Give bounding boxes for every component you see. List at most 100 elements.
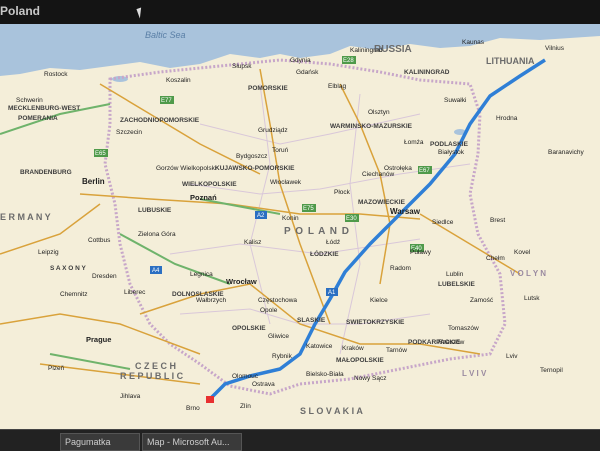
region-malopolskie: MAŁOPOLSKIE — [336, 357, 384, 364]
city-konin[interactable]: Konin — [282, 215, 299, 222]
city-olomouc[interactable]: Olomouc — [232, 373, 259, 380]
city-wloclawek[interactable]: Włocławek — [270, 179, 302, 186]
city-bydgoszcz[interactable]: Bydgoszcz — [236, 153, 267, 160]
region-brandenburg: BRANDENBURG — [20, 169, 72, 176]
city-slupsk[interactable]: Słupsk — [232, 63, 252, 70]
shield-e65: E65 — [95, 151, 106, 157]
city-radom[interactable]: Radom — [390, 265, 411, 272]
city-gorzow[interactable]: Gorzów Wielkopolski — [156, 165, 216, 172]
city-warsaw[interactable]: Warsaw — [390, 207, 421, 216]
city-rostock[interactable]: Rostock — [44, 71, 68, 78]
city-lviv[interactable]: Lviv — [506, 353, 518, 360]
shield-e28: E28 — [343, 58, 354, 64]
city-lomza[interactable]: Łomża — [404, 139, 424, 146]
city-walbrzych[interactable]: Wałbrzych — [196, 297, 226, 304]
city-olsztyn[interactable]: Olsztyn — [368, 109, 390, 116]
mouse-cursor-icon — [136, 7, 145, 19]
city-jihlava[interactable]: Jihlava — [120, 393, 141, 400]
city-siedlce[interactable]: Siedlce — [432, 219, 454, 226]
city-zielona-gora[interactable]: Zielona Góra — [138, 231, 176, 238]
city-bielsko[interactable]: Bielsko-Biała — [306, 371, 344, 378]
country-germany: E R M A N Y — [0, 212, 51, 222]
city-torun[interactable]: Toruń — [272, 147, 289, 154]
map-svg[interactable]: E28 E77 E30 E67 E40 A2 A4 E75 A1 E65 Bal… — [0, 24, 600, 429]
taskbar-item-map[interactable]: Map - Microsoft Au... — [142, 433, 242, 451]
region-kaliningrad: KALININGRAD — [404, 69, 450, 76]
city-ostrava[interactable]: Ostrava — [252, 381, 275, 388]
city-hrodna[interactable]: Hrodna — [496, 115, 518, 122]
city-rzeszow[interactable]: Rzeszów — [438, 339, 465, 346]
shield-e30: E30 — [346, 216, 357, 222]
city-chelm[interactable]: Chełm — [486, 255, 505, 262]
city-krakow[interactable]: Kraków — [342, 345, 364, 352]
city-rybnik[interactable]: Rybnik — [272, 353, 293, 360]
shield-e75: E75 — [303, 206, 314, 212]
city-pulawy[interactable]: Puławy — [410, 249, 432, 256]
city-cottbus[interactable]: Cottbus — [88, 237, 111, 244]
map-canvas[interactable]: E28 E77 E30 E67 E40 A2 A4 E75 A1 E65 Bal… — [0, 24, 600, 429]
city-ternopil[interactable]: Ternopil — [540, 367, 563, 374]
region-slaskie: SLASKIE — [297, 317, 326, 324]
city-schwerin[interactable]: Schwerin — [16, 97, 43, 104]
city-nowy-sacz[interactable]: Nowy Sącz — [354, 375, 387, 382]
city-katowice[interactable]: Katowice — [306, 343, 333, 350]
city-lutsk[interactable]: Lutsk — [524, 295, 540, 302]
city-kaliningrad[interactable]: Kaliningrad — [350, 47, 383, 54]
city-dresden[interactable]: Dresden — [92, 273, 117, 280]
city-lodz[interactable]: Łódź — [326, 239, 340, 246]
country-slovakia: S L O V A K I A — [300, 406, 363, 416]
city-brno[interactable]: Brno — [186, 405, 200, 412]
city-grudziadz[interactable]: Grudziądz — [258, 127, 288, 134]
city-bialystok[interactable]: Białystok — [438, 149, 465, 156]
city-leipzig[interactable]: Leipzig — [38, 249, 59, 256]
region-wielkopolskie: WIELKOPOLSKIE — [182, 181, 237, 188]
city-brest[interactable]: Brest — [490, 217, 505, 224]
city-kalisz[interactable]: Kalisz — [244, 239, 261, 246]
shield-a1: A1 — [328, 290, 336, 296]
city-vilnius[interactable]: Vilnius — [545, 45, 565, 52]
country-republic: R E P U B L I C — [120, 371, 184, 381]
city-baranavichy[interactable]: Baranavichy — [548, 149, 585, 156]
city-suwalki[interactable]: Suwałki — [444, 97, 466, 104]
city-gliwice[interactable]: Gliwice — [268, 333, 289, 340]
region-mecklenburg: MECKLENBURG-WEST — [8, 105, 80, 112]
city-berlin[interactable]: Berlin — [82, 177, 105, 186]
city-poznan[interactable]: Poznań — [190, 193, 217, 202]
shield-a4: A4 — [152, 268, 160, 274]
city-gdynia[interactable]: Gdynia — [290, 57, 311, 64]
region-lviv: L V I V — [462, 369, 487, 378]
city-plock[interactable]: Płock — [334, 189, 351, 196]
city-tarnow[interactable]: Tarnów — [386, 347, 407, 354]
region-pomorskie: POMORSKIE — [248, 85, 288, 92]
window-titlebar: Poland — [0, 0, 600, 24]
region-pomerania: POMERANIA — [18, 115, 58, 122]
city-gdansk[interactable]: Gdańsk — [296, 69, 319, 76]
shield-a2: A2 — [257, 213, 265, 219]
city-kovel[interactable]: Kovel — [514, 249, 531, 256]
city-plzen[interactable]: Plzeň — [48, 365, 65, 372]
region-lodzkie: ŁÓDZKIE — [310, 249, 339, 258]
region-mazowieckie: MAZOWIECKIE — [358, 199, 406, 206]
city-chemnitz[interactable]: Chemnitz — [60, 291, 87, 298]
city-elblag[interactable]: Elbląg — [328, 83, 346, 90]
city-wroclaw[interactable]: Wrocław — [226, 277, 257, 286]
city-liberec[interactable]: Liberec — [124, 289, 146, 296]
city-szczecin[interactable]: Szczecin — [116, 129, 142, 136]
city-czestochowa[interactable]: Częstochowa — [258, 297, 297, 304]
city-koszalin[interactable]: Koszalin — [166, 77, 191, 84]
city-zlin[interactable]: Zlín — [240, 403, 251, 410]
taskbar-item-pagumatka[interactable]: Pagumatka — [60, 433, 140, 451]
city-prague[interactable]: Prague — [86, 335, 111, 344]
city-zamosc[interactable]: Zamość — [470, 297, 494, 304]
city-ciechanow[interactable]: Ciechanów — [362, 171, 394, 178]
route-end-marker[interactable] — [206, 396, 214, 403]
city-opole[interactable]: Opole — [260, 307, 278, 314]
city-lublin[interactable]: Lublin — [446, 271, 464, 278]
region-zachodnio: ZACHODNIOPOMORSKIE — [120, 117, 200, 124]
city-legnica[interactable]: Legnica — [190, 271, 213, 278]
country-lithuania: LITHUANIA — [486, 56, 535, 66]
city-tomaszow[interactable]: Tomaszów — [448, 325, 479, 332]
city-kaunas[interactable]: Kaunas — [462, 39, 485, 46]
region-volyn: V O L Y N — [510, 269, 546, 278]
city-kielce[interactable]: Kielce — [370, 297, 388, 304]
